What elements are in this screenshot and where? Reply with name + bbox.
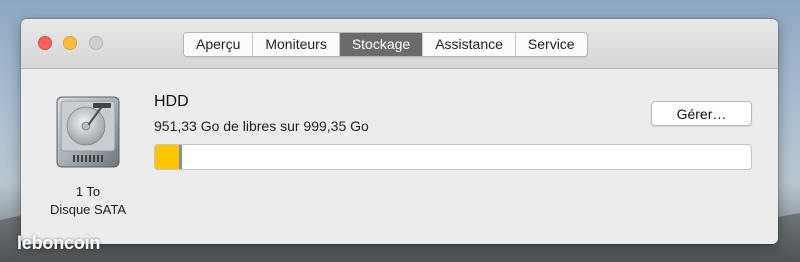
titlebar: Aperçu Moniteurs Stockage Assistance Ser… (21, 19, 778, 69)
disk-name: HDD (154, 93, 189, 110)
disk-caption: 1 To Disque SATA (32, 183, 144, 219)
tab-stockage[interactable]: Stockage (339, 33, 424, 56)
storage-used-segment (155, 145, 179, 169)
about-this-mac-window: Aperçu Moniteurs Stockage Assistance Ser… (21, 19, 778, 244)
manage-button[interactable]: Gérer… (651, 101, 752, 126)
storage-usage-bar (154, 144, 752, 170)
zoom-button-icon[interactable] (89, 36, 103, 50)
minimize-button-icon[interactable] (63, 36, 77, 50)
close-button-icon[interactable] (38, 36, 52, 50)
tab-moniteurs[interactable]: Moniteurs (253, 33, 340, 56)
leboncoin-watermark: leboncoin (17, 233, 101, 253)
tab-service[interactable]: Service (515, 33, 587, 56)
tab-apercu[interactable]: Aperçu (184, 33, 254, 56)
hard-drive-icon (56, 96, 120, 168)
disk-type: Disque SATA (49, 202, 127, 217)
tab-bar: Aperçu Moniteurs Stockage Assistance Ser… (183, 32, 588, 57)
storage-other-segment (179, 145, 182, 169)
disk-capacity: 1 To (75, 184, 101, 199)
disk-free-space: 951,33 Go de libres sur 999,35 Go (154, 118, 369, 134)
storage-panel: 1 To Disque SATA HDD 951,33 Go de libres… (21, 69, 778, 244)
tab-assistance[interactable]: Assistance (423, 33, 516, 56)
